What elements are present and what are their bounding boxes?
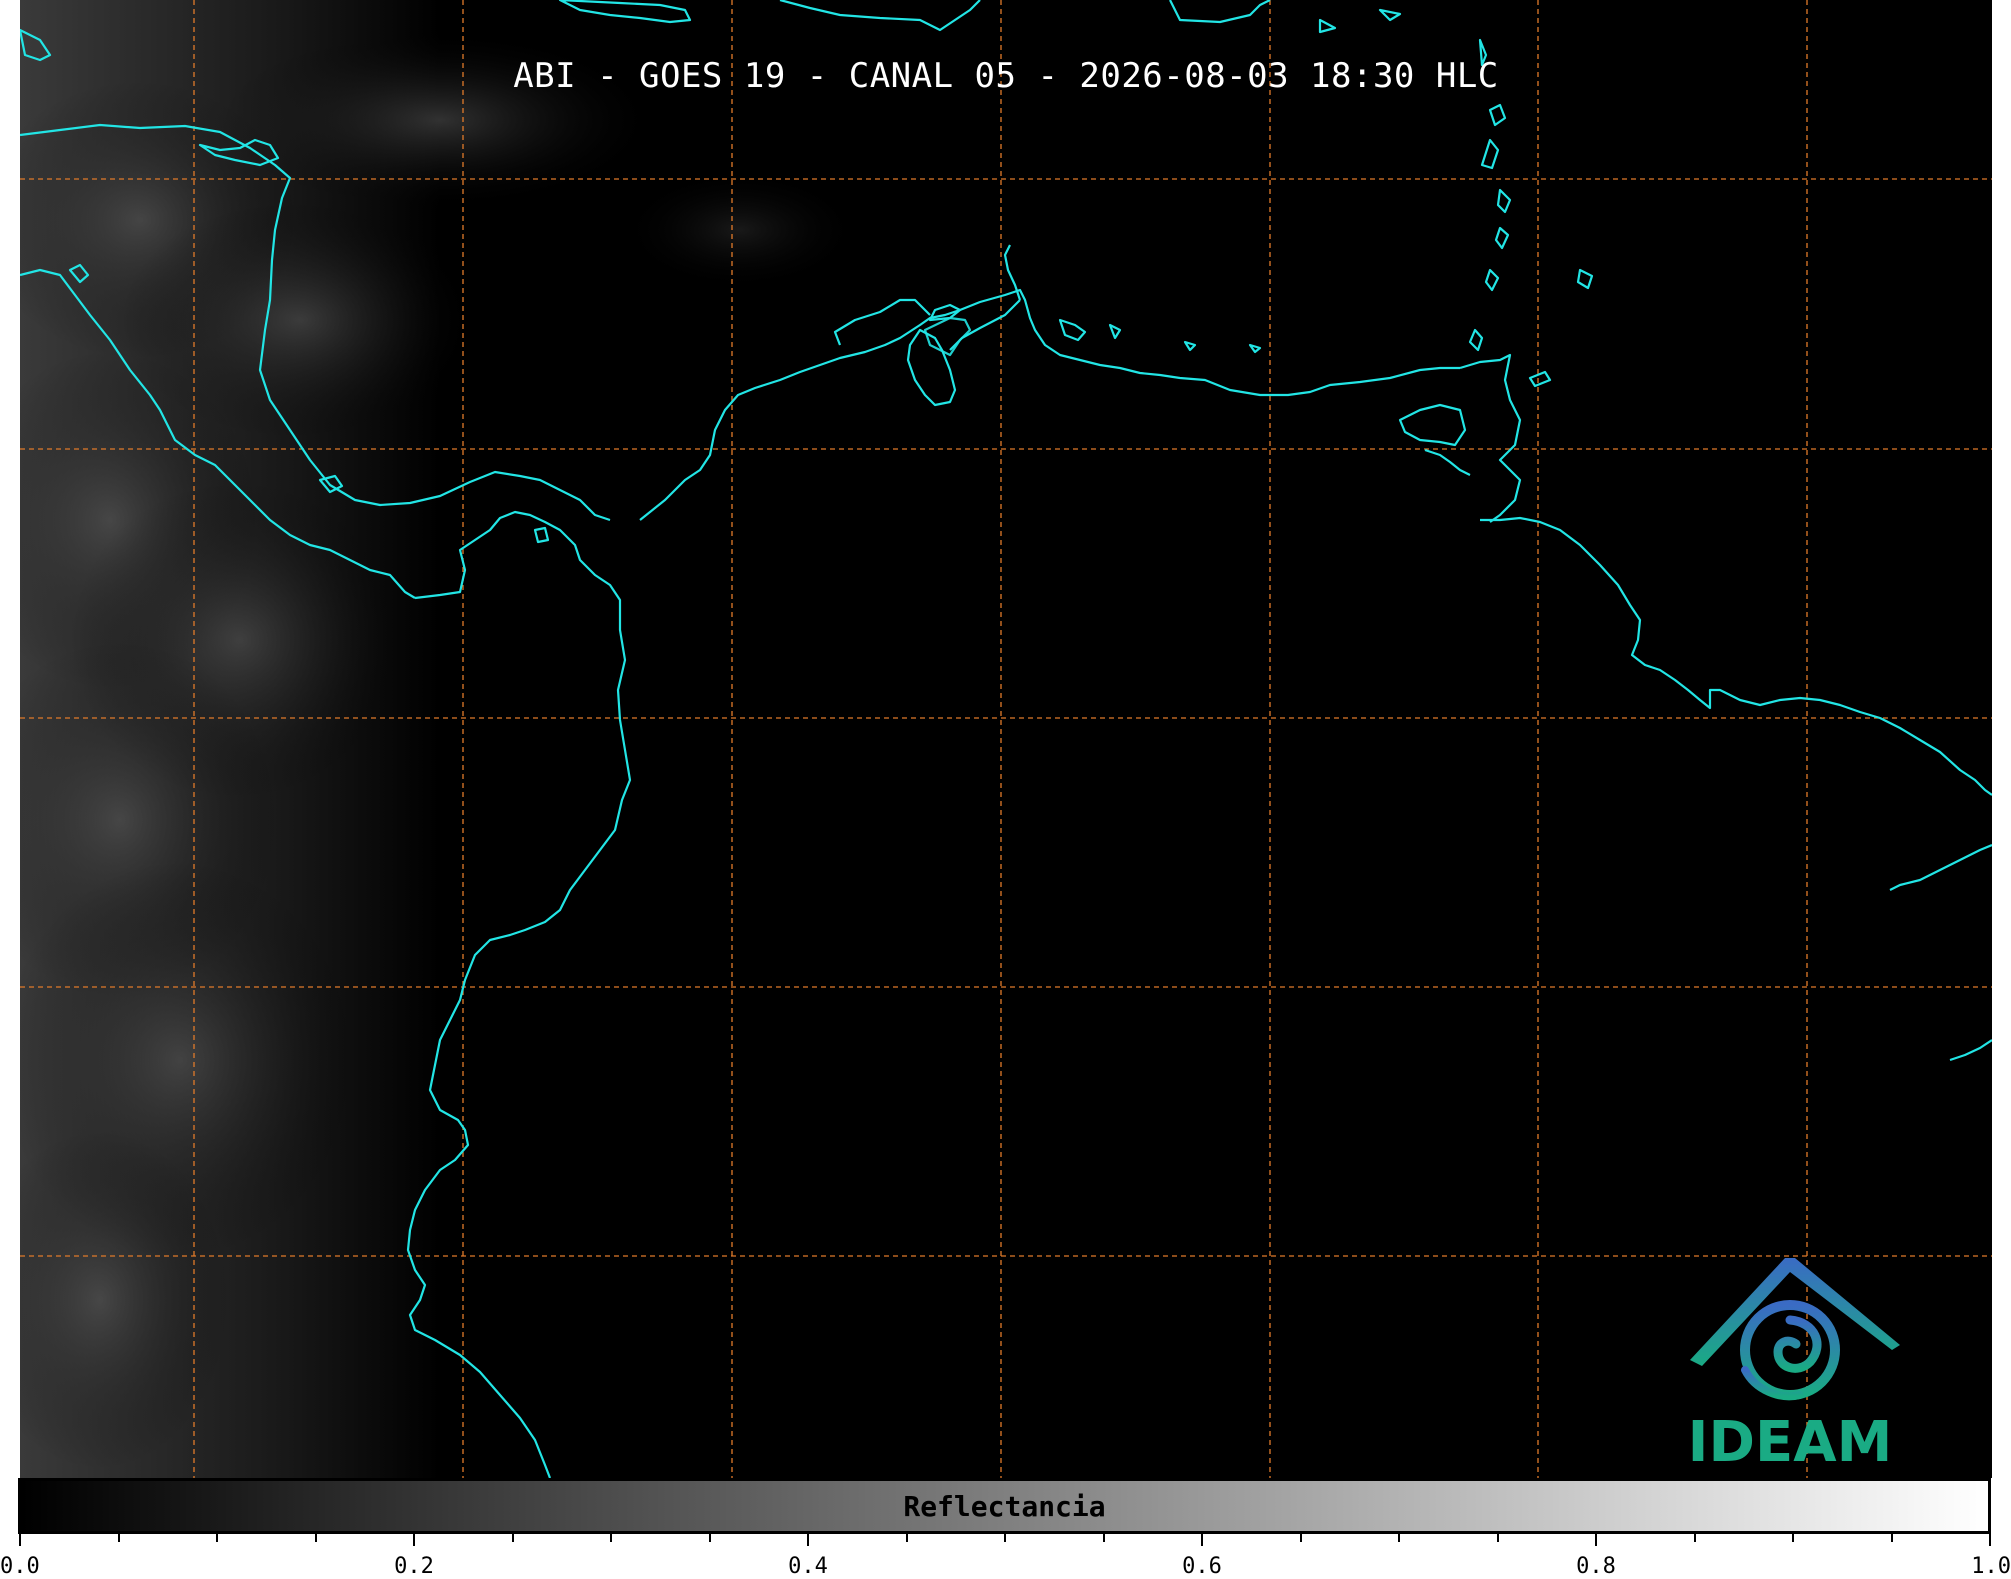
colorbar-minor-tick: [1299, 1534, 1302, 1542]
colorbar: Reflectancia: [18, 1478, 1991, 1534]
colorbar-major-tick: [1989, 1534, 1991, 1546]
colorbar-minor-tick: [117, 1534, 120, 1542]
ideam-logo: IDEAM: [1660, 1250, 1920, 1475]
colorbar-major-tick: [807, 1534, 809, 1546]
colorbar-minor-tick: [1890, 1534, 1893, 1542]
colorbar-minor-tick: [905, 1534, 908, 1542]
satellite-map[interactable]: ABI - GOES 19 - CANAL 05 - 2026-08-03 18…: [20, 0, 1992, 1478]
colorbar-major-tick: [413, 1534, 415, 1546]
colorbar-minor-tick: [1792, 1534, 1794, 1542]
colorbar-major-tick: [19, 1534, 21, 1546]
colorbar-tick-label: 0.6: [1182, 1554, 1222, 1579]
colorbar-tick-label: 0.2: [394, 1554, 434, 1579]
colorbar-tick-label: 0.8: [1576, 1554, 1616, 1579]
colorbar-minor-tick: [314, 1534, 317, 1542]
colorbar-minor-tick: [610, 1534, 612, 1542]
logo-text: IDEAM: [1687, 1410, 1893, 1475]
colorbar-axis: 0.0 0.2 0.4 0.6 0.8 1.0: [0, 1534, 2011, 1579]
colorbar-minor-tick: [216, 1534, 218, 1542]
colorbar-minor-tick: [511, 1534, 514, 1542]
colorbar-tick-label: 1.0: [1971, 1554, 2011, 1579]
map-title: ABI - GOES 19 - CANAL 05 - 2026-08-03 18…: [513, 56, 1499, 96]
colorbar-minor-tick: [1102, 1534, 1105, 1542]
colorbar-tick-label: 0.0: [0, 1554, 40, 1579]
colorbar-minor-tick: [1496, 1534, 1499, 1542]
colorbar-minor-tick: [1693, 1534, 1696, 1542]
colorbar-minor-tick: [708, 1534, 711, 1542]
colorbar-major-tick: [1201, 1534, 1203, 1546]
colorbar-minor-tick: [1004, 1534, 1006, 1542]
ideam-logo-mark-icon: [1690, 1258, 1900, 1401]
colorbar-tick-label: 0.4: [788, 1554, 828, 1579]
colorbar-minor-tick: [1398, 1534, 1400, 1542]
colorbar-major-tick: [1595, 1534, 1597, 1546]
colorbar-label: Reflectancia: [903, 1489, 1106, 1523]
